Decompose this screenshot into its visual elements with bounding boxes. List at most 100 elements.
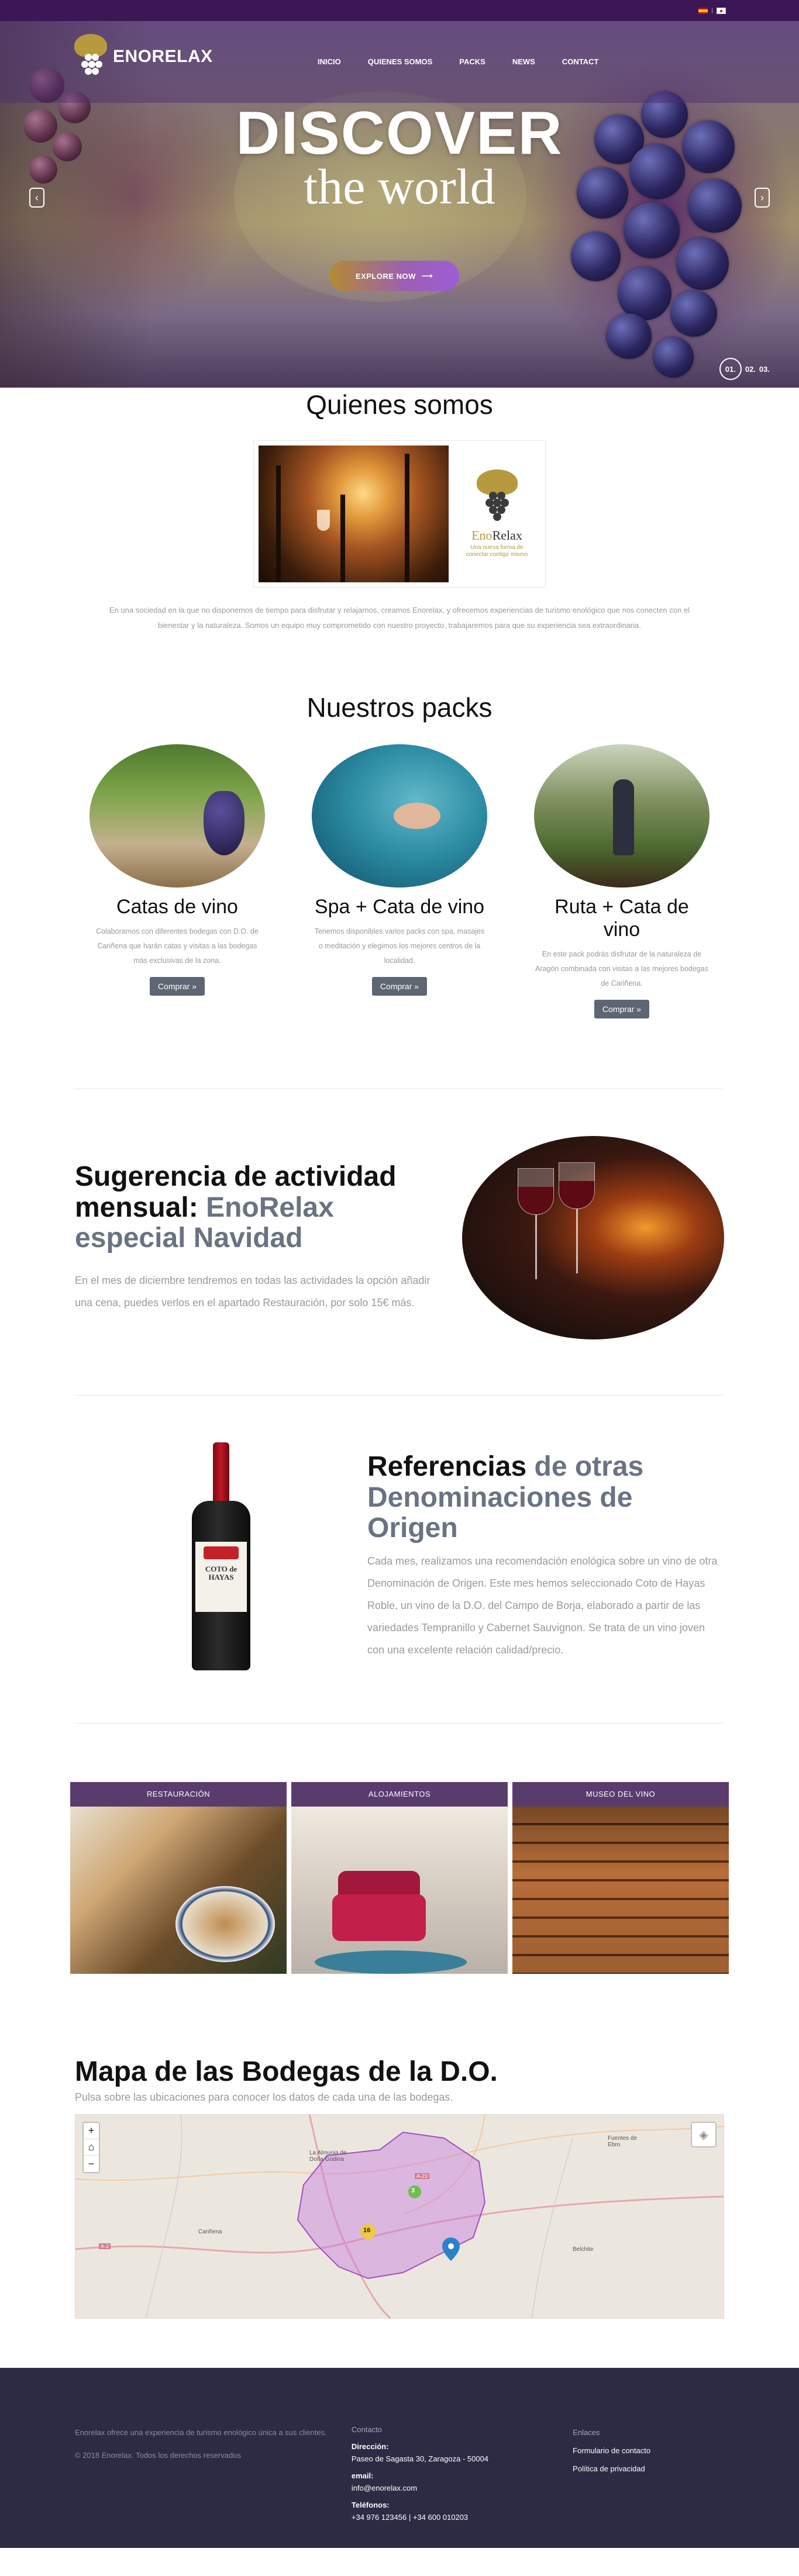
contact-heading: Contacto [351, 2425, 382, 2434]
monthly-suggestion-section: Sugerencia de actividad mensual: EnoRela… [75, 1089, 724, 1395]
packs-title: Nuestros packs [306, 692, 493, 723]
spain-flag-icon[interactable] [698, 7, 708, 14]
top-bar: | [0, 0, 799, 21]
packs-section: Nuestros packs Catas de vino Colaboramos… [0, 692, 799, 1018]
pager-item-2[interactable]: 02. [745, 365, 756, 374]
pager-item-3[interactable]: 03. [759, 365, 770, 374]
pack-description: En este pack podrás disfrutar de la natu… [535, 950, 708, 987]
services-section: RESTAURACIÓN ALOJAMIENTOS MUSEO DEL VINO [0, 1782, 799, 1974]
map-zoom-controls: + ⌂ − [82, 2122, 100, 2173]
site-footer: Enorelax ofrece una experiencia de turis… [0, 2368, 799, 2548]
explore-label: EXPLORE NOW [355, 271, 416, 281]
nav-quienes-somos[interactable]: QUIENES SOMOS [368, 57, 433, 66]
nav-packs[interactable]: PACKS [459, 57, 485, 66]
links-heading: Enlaces [573, 2428, 600, 2437]
service-label: ALOJAMIENTOS [291, 1782, 508, 1807]
slider-prev-button[interactable]: ‹ [29, 188, 44, 208]
address-value: Paseo de Sagasta 30, Zaragoza - 50004 [351, 2454, 489, 2463]
map-section: Mapa de las Bodegas de la D.O. Pulsa sob… [75, 2056, 724, 2319]
site-logo[interactable]: ENORELAX [74, 34, 213, 80]
chevron-right-icon: › [760, 191, 764, 203]
suggestion-description: En el mes de diciembre tendremos en toda… [75, 1275, 431, 1309]
email-link[interactable]: info@enorelax.com [352, 2482, 573, 2494]
service-card-museo[interactable]: MUSEO DEL VINO [512, 1782, 729, 1974]
references-title: Referencias de otras Denominaciones de O… [367, 1451, 724, 1544]
address-label: Dirección: [351, 2442, 389, 2451]
footer-about: Enorelax ofrece una experiencia de turis… [75, 2428, 327, 2437]
map-road-a2: A-2 [99, 2243, 111, 2249]
slider-next-button[interactable]: › [755, 188, 770, 208]
cluster-count[interactable]: 3 [411, 2187, 415, 2194]
pack-description: Colaboramos con diferentes bodegas con D… [96, 927, 259, 965]
hero-slider: ENORELAX INICIO QUIENES SOMOS PACKS NEWS… [0, 21, 799, 388]
enorelax-brand-logo: EnoRelax Una nueva forma de conectar con… [453, 446, 540, 582]
brand-part-1: Eno [471, 527, 493, 543]
map-label-la-almunia: La Almunia de Doña Godina [309, 2150, 347, 2163]
pack-card-catas: Catas de vino Colaboramos con diferentes… [89, 744, 265, 1018]
zoom-in-button[interactable]: + [84, 2123, 99, 2139]
pack-card-spa: Spa + Cata de vino Tenemos disponibles v… [312, 744, 487, 1018]
nav-news[interactable]: NEWS [512, 57, 535, 66]
nav-contact[interactable]: CONTACT [562, 57, 599, 66]
about-section: Quienes somos EnoRelax Una nueva forma d… [0, 389, 799, 633]
service-card-restauracion[interactable]: RESTAURACIÓN [70, 1782, 287, 1974]
layers-icon[interactable]: ◈ [691, 2122, 717, 2147]
wine-bottle-image: COTO de HAYAS [192, 1442, 250, 1670]
wine-glasses-fireplace-photo [462, 1136, 724, 1339]
buy-button[interactable]: Comprar » [371, 977, 428, 996]
footer-copyright: © 2018 Enorelax. Todos los derechos rese… [75, 2451, 241, 2460]
map-label-fuentes-de-ebro: Fuentes de Ebro [608, 2135, 638, 2148]
home-icon[interactable]: ⌂ [84, 2139, 99, 2156]
site-header: ENORELAX INICIO QUIENES SOMOS PACKS NEWS… [0, 21, 799, 103]
pack-title: Spa + Cata de vino [314, 896, 485, 918]
nav-inicio[interactable]: INICIO [318, 57, 341, 66]
phones-value: +34 976 123456 | +34 600 010203 [351, 2513, 469, 2522]
map-road-a23: A-23 [415, 2173, 430, 2179]
brand-tagline: Una nueva forma de conectar contigo mism… [466, 544, 528, 558]
wine-barrels-photo [512, 1807, 729, 1974]
food-photo [70, 1807, 287, 1974]
wineries-map[interactable]: 3 16 La Almunia de Doña Godina Cariñena … [75, 2114, 724, 2319]
suggestion-title: Sugerencia de actividad mensual: EnoRela… [75, 1161, 443, 1254]
pager-item-1[interactable]: 01. [719, 358, 742, 380]
hotel-room-photo [291, 1807, 508, 1974]
pack-title: Ruta + Cata de vino [555, 896, 689, 941]
buy-button[interactable]: Comprar » [594, 1000, 650, 1018]
privacy-policy-link[interactable]: Política de privacidad [573, 2460, 724, 2478]
service-label: RESTAURACIÓN [70, 1782, 287, 1807]
hero-title: DISCOVER [236, 99, 563, 167]
buy-button[interactable]: Comprar » [149, 977, 205, 996]
map-label-belchite: Belchite [573, 2246, 594, 2253]
spa-photo [312, 744, 487, 888]
uk-flag-icon[interactable] [717, 7, 726, 14]
about-title: Quienes somos [306, 389, 493, 420]
vineyard-photo [89, 744, 265, 888]
slider-pager: 01. 02. 03. [719, 358, 770, 380]
divider [75, 1723, 724, 1724]
hero-subtitle: the world [304, 158, 495, 215]
phones-label: Teléfonos: [351, 2501, 390, 2509]
map-subtitle: Pulsa sobre las ubicaciones para conocer… [75, 2091, 453, 2103]
references-section: COTO de HAYAS Referencias de otras Denom… [75, 1396, 724, 1723]
bottle-label: COTO de HAYAS [205, 1565, 237, 1582]
grape-logo-icon [74, 34, 107, 80]
pack-description: Tenemos disponibles varios packs con spa… [314, 927, 485, 965]
arrow-right-icon: ⟶ [421, 271, 433, 280]
about-text: En una sociedad en la que no disponemos … [109, 606, 690, 630]
map-title: Mapa de las Bodegas de la D.O. [75, 2056, 498, 2087]
map-label-carinena: Cariñena [198, 2229, 222, 2235]
zoom-out-button[interactable]: − [84, 2156, 99, 2172]
explore-now-button[interactable]: EXPLORE NOW ⟶ [329, 261, 459, 291]
language-separator: | [711, 7, 713, 14]
pack-card-ruta: Ruta + Cata de vino En este pack podrás … [534, 744, 710, 1018]
main-nav: INICIO QUIENES SOMOS PACKS NEWS CONTACT [318, 57, 598, 66]
chevron-left-icon: ‹ [35, 191, 39, 203]
references-title-main: Referencias [367, 1451, 535, 1482]
contact-form-link[interactable]: Formulario de contacto [573, 2442, 724, 2460]
vineyard-sunset-photo [259, 446, 449, 582]
references-description: Cada mes, realizamos una recomendación e… [367, 1555, 718, 1656]
service-label: MUSEO DEL VINO [512, 1782, 729, 1807]
cluster-count[interactable]: 16 [363, 2227, 370, 2234]
service-card-alojamientos[interactable]: ALOJAMIENTOS [291, 1782, 508, 1974]
hiking-photo [534, 744, 710, 888]
